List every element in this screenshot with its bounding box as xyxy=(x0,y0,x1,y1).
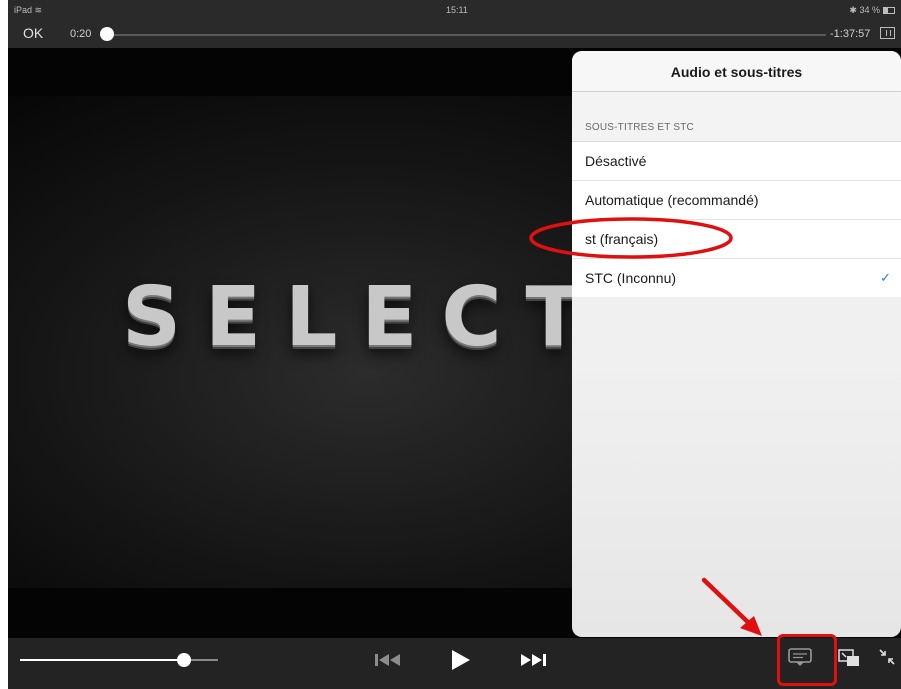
device-name: iPad xyxy=(14,5,33,15)
video-title-text: SELECT xyxy=(122,270,606,365)
highlight-ellipse-annotation xyxy=(529,217,733,259)
option-label: STC (Inconnu) xyxy=(585,270,677,286)
scrub-track[interactable] xyxy=(104,34,826,36)
battery-status: ✱ 34 % xyxy=(849,5,895,16)
playback-controls xyxy=(8,638,901,689)
scrub-bar: OK 0:20 -1:37:57 xyxy=(8,20,901,48)
volume-handle[interactable] xyxy=(177,653,192,667)
highlight-box-annotation xyxy=(777,634,837,686)
option-desactive[interactable]: Désactivé xyxy=(572,141,901,180)
checkmark-icon: ✓ xyxy=(880,270,891,285)
play-icon[interactable] xyxy=(448,648,472,672)
battery-percentage: 34 % xyxy=(859,5,880,15)
section-label: SOUS-TITRES ET STC xyxy=(585,122,694,133)
picture-in-picture-icon[interactable] xyxy=(838,648,860,668)
arrow-annotation-icon xyxy=(701,577,762,636)
option-label: Automatique (recommandé) xyxy=(585,192,759,208)
skip-forward-icon[interactable] xyxy=(518,652,548,668)
device-label: iPad ≋ xyxy=(14,5,42,16)
exit-fullscreen-icon[interactable] xyxy=(878,648,896,666)
scrub-handle[interactable] xyxy=(99,27,114,41)
aspect-ratio-icon[interactable] xyxy=(880,27,895,39)
bluetooth-icon: ✱ xyxy=(849,5,857,15)
option-stc-inconnu[interactable]: STC (Inconnu) ✓ xyxy=(572,258,901,297)
audio-subtitles-popover: Audio et sous-titres SOUS-TITRES ET STC … xyxy=(572,51,901,637)
status-bar: iPad ≋ 15:11 ✱ 34 % xyxy=(8,0,901,20)
skip-back-icon[interactable] xyxy=(373,652,403,668)
done-button[interactable]: OK xyxy=(23,25,43,41)
video-player-screen: iPad ≋ 15:11 ✱ 34 % OK 0:20 -1:37:57 SEL… xyxy=(8,0,901,689)
clock: 15:11 xyxy=(446,5,468,15)
wifi-icon: ≋ xyxy=(34,5,43,15)
option-label: Désactivé xyxy=(585,153,647,169)
option-automatique[interactable]: Automatique (recommandé) xyxy=(572,180,901,219)
popover-title: Audio et sous-titres xyxy=(670,64,803,80)
popover-header: Audio et sous-titres xyxy=(572,51,901,92)
battery-icon xyxy=(883,7,895,15)
remaining-time: -1:37:57 xyxy=(830,28,871,40)
elapsed-time: 0:20 xyxy=(70,28,92,40)
